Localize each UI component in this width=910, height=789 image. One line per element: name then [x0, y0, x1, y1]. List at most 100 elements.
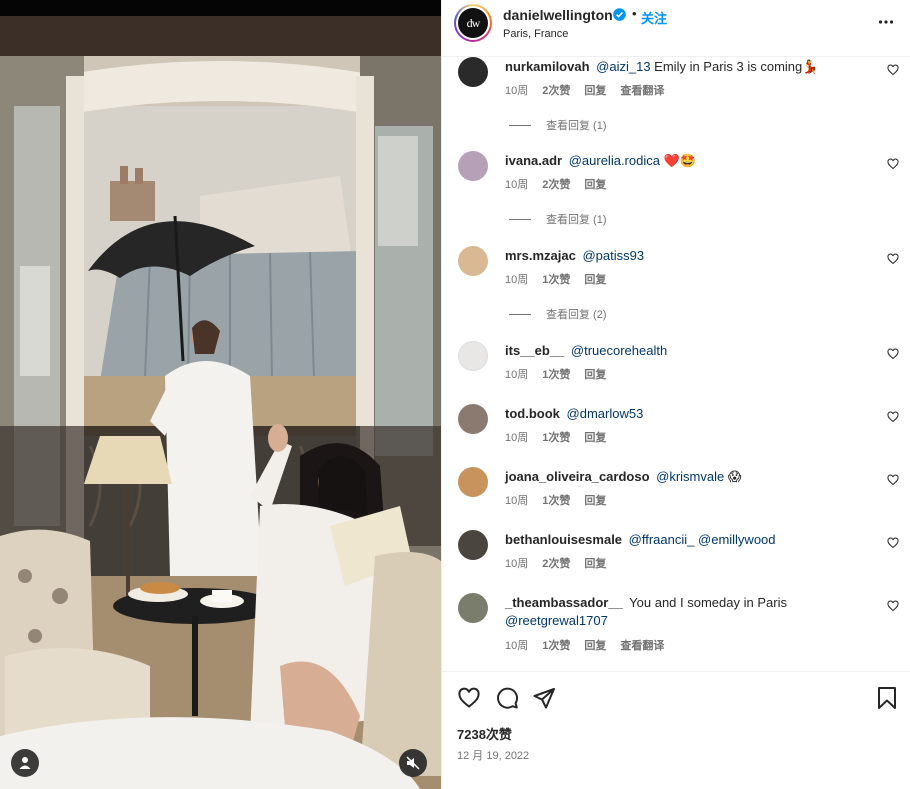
comment-username[interactable]: _theambassador__: [505, 595, 623, 610]
speaker-muted-icon: [406, 756, 420, 770]
reply-button[interactable]: 回复: [584, 366, 606, 382]
paper-plane-icon[interactable]: [532, 686, 556, 710]
comment-likes[interactable]: 1次赞: [542, 492, 570, 508]
comment-text: You and I someday in Paris: [629, 595, 787, 610]
comment-likes[interactable]: 1次赞: [542, 637, 570, 653]
comment-mention[interactable]: @patiss93: [582, 248, 644, 263]
heart-icon[interactable]: [457, 686, 481, 710]
post-side-panel: dw danielwellington • 关注 Paris, France n…: [441, 0, 910, 789]
likes-count[interactable]: 7238次赞: [457, 724, 512, 743]
comments-list[interactable]: nurkamilovah @aizi_13 Emily in Paris 3 i…: [442, 57, 910, 671]
comment-avatar[interactable]: [458, 404, 488, 434]
comment-username[interactable]: tod.book: [505, 406, 560, 421]
comment-likes[interactable]: 1次赞: [542, 271, 570, 287]
post-video[interactable]: [0, 0, 441, 789]
comment-like-icon[interactable]: [887, 158, 899, 170]
header-separator: •: [632, 6, 637, 21]
reply-button[interactable]: 回复: [584, 82, 606, 98]
translate-button[interactable]: 查看翻译: [620, 637, 664, 653]
comment-avatar[interactable]: [458, 57, 488, 87]
comment-avatar[interactable]: [458, 530, 488, 560]
comment-meta: 10周 2次赞 回复 查看翻译: [505, 82, 678, 98]
comment-bubble-icon[interactable]: [495, 686, 519, 710]
comment-mention[interactable]: @aurelia.rodica: [569, 153, 660, 168]
comment-age[interactable]: 10周: [505, 492, 528, 508]
comment-meta: 10周 2次赞 回复: [505, 555, 620, 571]
comment-likes[interactable]: 1次赞: [542, 366, 570, 382]
comment-avatar[interactable]: [458, 467, 488, 497]
reply-button[interactable]: 回复: [584, 637, 606, 653]
comment-meta: 10周 1次赞 回复: [505, 366, 620, 382]
comment-username[interactable]: its__eb__: [505, 343, 564, 358]
video-top-bar: [0, 0, 441, 16]
verified-badge-icon: [613, 8, 626, 21]
comment-likes[interactable]: 1次赞: [542, 429, 570, 445]
comment-mention[interactable]: @reetgrewal1707: [505, 613, 608, 628]
comment-like-icon[interactable]: [887, 64, 899, 76]
follow-button[interactable]: 关注: [641, 8, 667, 27]
profile-avatar[interactable]: dw: [454, 4, 492, 42]
comment-text: ❤️🤩: [659, 153, 696, 168]
comment-likes[interactable]: 2次赞: [542, 555, 570, 571]
bookmark-icon[interactable]: [876, 686, 898, 710]
comment-text: 😱: [724, 469, 742, 484]
comment-meta: 10周 1次赞 回复: [505, 271, 620, 287]
view-replies-button[interactable]: 查看回复 (1): [509, 117, 607, 133]
avatar-logo: dw: [458, 8, 488, 38]
comment-like-icon[interactable]: [887, 474, 899, 486]
comment-age[interactable]: 10周: [505, 176, 528, 192]
comment-username[interactable]: nurkamilovah: [505, 59, 590, 74]
comment-like-icon[interactable]: [887, 348, 899, 360]
mute-button[interactable]: [399, 749, 427, 777]
comment-username[interactable]: mrs.mzajac: [505, 248, 576, 263]
post-actions: 7238次赞 12 月 19, 2022: [442, 671, 910, 789]
translate-button[interactable]: 查看翻译: [620, 82, 664, 98]
comment-age[interactable]: 10周: [505, 271, 528, 287]
profile-username[interactable]: danielwellington: [503, 7, 613, 23]
comment-like-icon[interactable]: [887, 253, 899, 265]
comment-mention[interactable]: @dmarlow53: [567, 406, 644, 421]
comment-mention[interactable]: @truecorehealth: [571, 343, 667, 358]
comment-age[interactable]: 10周: [505, 637, 528, 653]
comment-age[interactable]: 10周: [505, 555, 528, 571]
comment-username[interactable]: ivana.adr: [505, 153, 562, 168]
comment-avatar[interactable]: [458, 341, 488, 371]
comment-mention[interactable]: @ffraancii_: [629, 532, 695, 547]
comment-text: Emily in Paris 3 is coming💃: [650, 59, 819, 74]
comment-age[interactable]: 10周: [505, 82, 528, 98]
post-date[interactable]: 12 月 19, 2022: [457, 747, 529, 763]
comment-meta: 10周 1次赞 回复: [505, 429, 620, 445]
reply-button[interactable]: 回复: [584, 271, 606, 287]
user-silhouette-icon: [19, 757, 31, 769]
comment-mention[interactable]: @aizi_13: [596, 59, 650, 74]
comment-meta: 10周 1次赞 回复: [505, 492, 620, 508]
instagram-post-view: dw danielwellington • 关注 Paris, France n…: [0, 0, 910, 789]
comment-likes[interactable]: 2次赞: [542, 82, 570, 98]
comment-like-icon[interactable]: [887, 537, 899, 549]
video-frame: [0, 16, 441, 789]
reply-button[interactable]: 回复: [584, 429, 606, 445]
reply-button[interactable]: 回复: [584, 176, 606, 192]
comment-username[interactable]: joana_oliveira_cardoso: [505, 469, 650, 484]
comment-avatar[interactable]: [458, 246, 488, 276]
more-dots-icon[interactable]: [878, 13, 894, 29]
comment-like-icon[interactable]: [887, 600, 899, 612]
comment-username[interactable]: bethanlouisesmale: [505, 532, 622, 547]
comment-age[interactable]: 10周: [505, 366, 528, 382]
view-replies-button[interactable]: 查看回复 (1): [509, 211, 607, 227]
post-location[interactable]: Paris, France: [503, 28, 568, 40]
reply-button[interactable]: 回复: [584, 492, 606, 508]
view-replies-button[interactable]: 查看回复 (2): [509, 306, 607, 322]
comment-likes[interactable]: 2次赞: [542, 176, 570, 192]
comment-like-icon[interactable]: [887, 411, 899, 423]
user-tag-button[interactable]: [11, 749, 39, 777]
post-header: dw danielwellington • 关注 Paris, France: [442, 0, 910, 57]
comment-meta: 10周 1次赞 回复 查看翻译: [505, 637, 678, 653]
comment-meta: 10周 2次赞 回复: [505, 176, 620, 192]
comment-avatar[interactable]: [458, 151, 488, 181]
comment-avatar[interactable]: [458, 593, 488, 623]
comment-mention[interactable]: @emillywood: [698, 532, 776, 547]
comment-age[interactable]: 10周: [505, 429, 528, 445]
comment-mention[interactable]: @krismvale: [656, 469, 724, 484]
reply-button[interactable]: 回复: [584, 555, 606, 571]
